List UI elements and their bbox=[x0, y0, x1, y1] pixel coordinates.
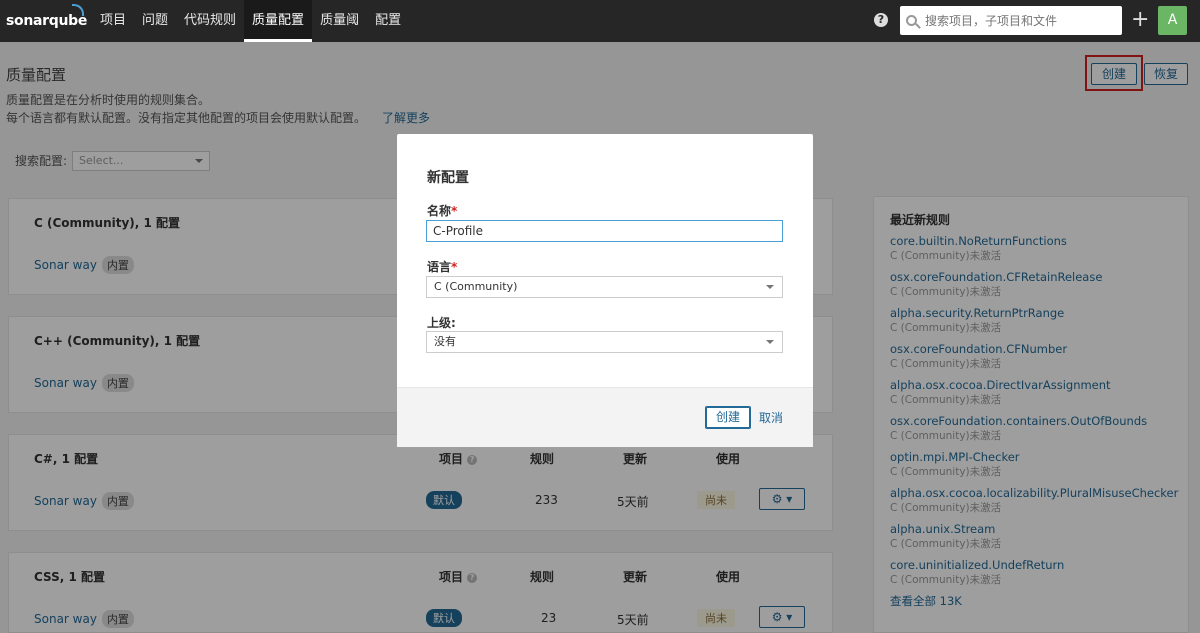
new-profile-dialog: 新配置 名称* 语言* C (Community) 上级: 没有 创建 取消 bbox=[397, 134, 813, 447]
cancel-button[interactable]: 取消 bbox=[759, 409, 783, 426]
search-input[interactable] bbox=[925, 13, 1105, 28]
name-label-text: 名称 bbox=[427, 204, 452, 218]
global-search[interactable] bbox=[900, 6, 1122, 35]
language-value: C (Community) bbox=[434, 280, 518, 293]
name-label: 名称* bbox=[427, 202, 457, 219]
nav-projects[interactable]: 项目 bbox=[92, 0, 134, 42]
nav-issues[interactable]: 问题 bbox=[134, 0, 176, 42]
nav-rules[interactable]: 代码规则 bbox=[176, 0, 244, 42]
sonarqube-logo[interactable]: sonarqube bbox=[0, 4, 92, 29]
top-navbar: sonarqube 项目 问题 代码规则 质量配置 质量阈 配置 ? + A bbox=[0, 0, 1200, 42]
avatar[interactable]: A bbox=[1158, 6, 1187, 35]
create-plus-icon[interactable]: + bbox=[1131, 8, 1149, 32]
language-label: 语言* bbox=[427, 258, 457, 275]
dialog-title: 新配置 bbox=[427, 170, 469, 186]
chevron-down-icon bbox=[766, 285, 774, 289]
dialog-footer: 创建 取消 bbox=[397, 387, 813, 447]
create-button[interactable]: 创建 bbox=[705, 406, 751, 429]
required-mark: * bbox=[451, 260, 458, 274]
parent-select[interactable]: 没有 bbox=[426, 331, 783, 353]
search-icon bbox=[906, 15, 917, 26]
chevron-down-icon bbox=[766, 340, 774, 344]
logo-arc-icon bbox=[72, 4, 84, 16]
language-select[interactable]: C (Community) bbox=[426, 276, 783, 298]
nav-administration[interactable]: 配置 bbox=[367, 0, 409, 42]
profile-name-input[interactable] bbox=[426, 220, 783, 242]
help-icon[interactable]: ? bbox=[874, 13, 888, 27]
nav-quality-profiles[interactable]: 质量配置 bbox=[244, 0, 313, 42]
parent-label: 上级: bbox=[427, 316, 456, 330]
parent-value: 没有 bbox=[434, 335, 456, 348]
language-label-text: 语言 bbox=[427, 260, 452, 274]
nav-quality-gates[interactable]: 质量阈 bbox=[312, 0, 367, 42]
required-mark: * bbox=[451, 204, 458, 218]
